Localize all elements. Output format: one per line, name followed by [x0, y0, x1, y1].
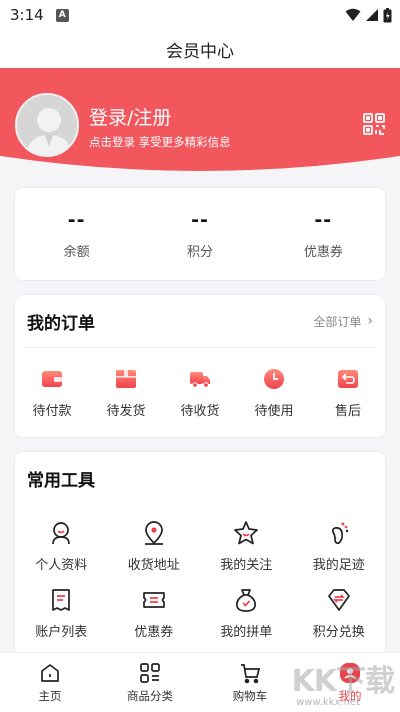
signal-icon: [365, 8, 379, 22]
cart-icon: [241, 663, 261, 683]
all-orders-link[interactable]: 全部订单 ›: [313, 313, 373, 330]
stat-label: 优惠券: [303, 244, 343, 260]
wifi-icon: [345, 8, 361, 22]
person-icon: [52, 522, 71, 545]
order-after-sales[interactable]: 售后: [311, 368, 385, 419]
section-title: 我的订单: [27, 313, 95, 334]
tool-profile[interactable]: 个人资料: [15, 520, 108, 573]
star-icon: [234, 521, 259, 545]
watermark-url: www.kkx.net: [296, 697, 360, 708]
order-label: 待付款: [32, 404, 72, 419]
stat-balance[interactable]: -- 余额: [15, 188, 138, 280]
tool-footprints[interactable]: 我的足迹: [293, 520, 386, 573]
tab-label: 购物车: [232, 688, 268, 703]
tool-address[interactable]: 收货地址: [108, 520, 201, 573]
clock-icon: [264, 369, 284, 389]
tool-group-orders[interactable]: 我的拼单: [200, 587, 293, 640]
location-icon: [144, 521, 163, 545]
tool-label: 我的关注: [220, 558, 273, 573]
tool-label: 收货地址: [127, 558, 180, 573]
tool-coupons[interactable]: 优惠券: [108, 587, 201, 640]
home-icon: [41, 663, 59, 682]
my-orders-card: 我的订单 全部订单 › 待付款 待发货 待收货 待使用 售后: [14, 294, 386, 438]
chevron-right-icon: ›: [367, 313, 373, 329]
all-orders-label: 全部订单: [313, 314, 362, 329]
group-bag-icon: [236, 589, 257, 612]
status-time: 3:14: [10, 6, 44, 24]
tab-cart[interactable]: 购物车: [200, 653, 300, 712]
tab-category[interactable]: 商品分类: [100, 653, 200, 712]
section-title: 常用工具: [27, 470, 95, 491]
stat-value: --: [314, 208, 333, 231]
order-label: 待使用: [254, 404, 294, 419]
tool-points-exchange[interactable]: 积分兑换: [293, 587, 386, 640]
return-icon: [338, 370, 358, 388]
tool-label: 个人资料: [35, 558, 88, 573]
qr-code-icon[interactable]: [362, 112, 386, 136]
tool-label: 优惠券: [134, 625, 174, 640]
category-icon: [140, 662, 160, 683]
truck-icon: [190, 372, 210, 388]
tool-label: 我的拼单: [220, 625, 273, 640]
exchange-icon: [327, 589, 350, 611]
tool-label: 积分兑换: [312, 625, 365, 640]
coupon-icon: [142, 592, 165, 608]
stat-coupons[interactable]: -- 优惠券: [262, 188, 385, 280]
order-label: 待发货: [106, 404, 146, 419]
tab-label: 主页: [38, 688, 62, 703]
order-pending-receipt[interactable]: 待收货: [163, 368, 237, 419]
order-pending-shipment[interactable]: 待发货: [89, 368, 163, 419]
order-to-use[interactable]: 待使用: [237, 368, 311, 419]
order-pending-payment[interactable]: 待付款: [15, 368, 89, 419]
tool-label: 我的足迹: [312, 558, 365, 573]
stat-value: --: [67, 208, 86, 231]
login-register-link[interactable]: 登录/注册: [89, 103, 171, 130]
package-icon: [116, 370, 136, 388]
tool-follows[interactable]: 我的关注: [200, 520, 293, 573]
stat-points[interactable]: -- 积分: [138, 188, 261, 280]
status-bar: 3:14 A: [0, 0, 400, 30]
order-label: 待收货: [180, 404, 220, 419]
battery-icon: [383, 7, 392, 23]
stat-label: 积分: [186, 244, 213, 260]
wallet-icon: [42, 371, 62, 387]
watermark-logo: KK下载: [291, 664, 395, 699]
login-hint: 点击登录 享受更多精彩信息: [89, 135, 231, 149]
page-title: 会员中心: [0, 30, 400, 68]
common-tools-card: 常用工具 个人资料 收货地址 我的关注 我的足迹 账户列表 优惠券 我的拼单 积…: [14, 451, 386, 661]
tool-label: 账户列表: [35, 625, 88, 640]
tab-label: 商品分类: [127, 688, 173, 703]
tab-home[interactable]: 主页: [0, 653, 100, 712]
footprint-icon: [331, 522, 348, 545]
list-icon: [52, 589, 71, 611]
avatar[interactable]: [15, 93, 79, 157]
profile-header[interactable]: 登录/注册 点击登录 享受更多精彩信息: [0, 68, 400, 180]
stat-value: --: [191, 208, 209, 231]
notification-icon: A: [55, 8, 69, 22]
order-label: 售后: [334, 404, 361, 419]
account-stats: -- 余额 -- 积分 -- 优惠券: [14, 187, 386, 281]
stat-label: 余额: [63, 244, 90, 260]
tool-accounts[interactable]: 账户列表: [15, 587, 108, 640]
